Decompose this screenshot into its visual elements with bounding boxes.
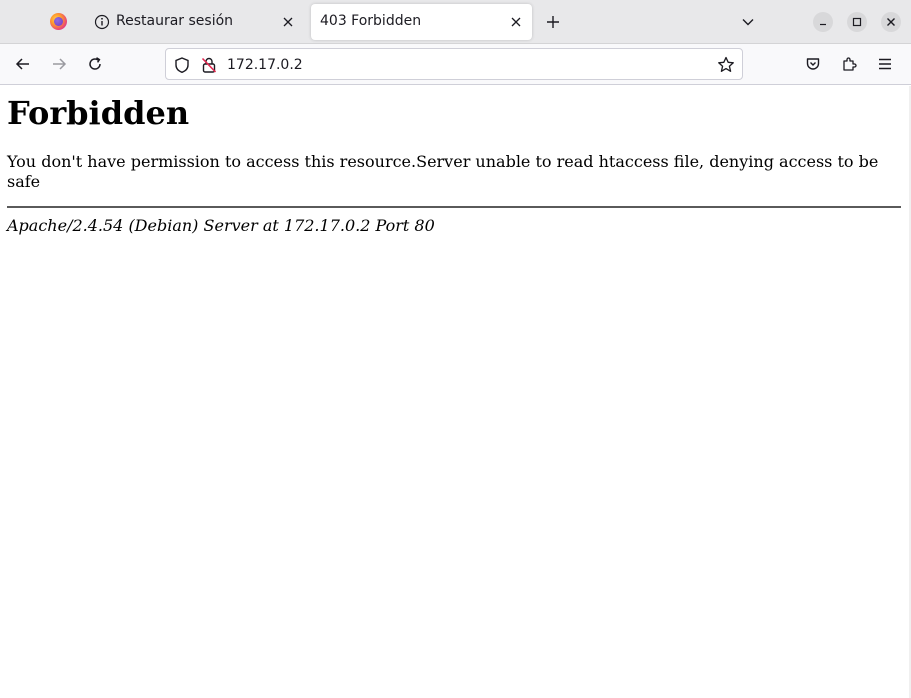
star-icon[interactable] [716, 55, 736, 75]
close-tab-icon[interactable] [507, 13, 525, 31]
hamburger-menu-icon[interactable] [875, 54, 895, 74]
page-heading: Forbidden [7, 94, 190, 132]
pocket-icon[interactable] [803, 54, 823, 74]
close-tab-icon[interactable] [279, 13, 297, 31]
new-tab-icon[interactable] [543, 12, 563, 32]
close-window-icon[interactable] [881, 12, 901, 32]
shield-icon[interactable] [173, 56, 191, 74]
error-message: You don't have permission to access this… [7, 152, 879, 191]
forward-arrow-icon[interactable] [49, 54, 69, 74]
tab-title: Restaurar sesión [116, 13, 234, 29]
firefox-logo-icon[interactable] [50, 13, 67, 30]
tab-title: 403 Forbidden [320, 13, 422, 29]
url-bar[interactable]: 172.17.0.2 [165, 48, 743, 80]
page-content: Forbidden You don't have permission to a… [0, 86, 911, 698]
chevron-down-icon[interactable] [739, 13, 757, 31]
extensions-puzzle-icon[interactable] [839, 54, 859, 74]
divider [7, 206, 901, 208]
back-arrow-icon[interactable] [13, 54, 33, 74]
insecure-lock-icon[interactable] [200, 56, 218, 74]
server-signature: Apache/2.4.54 (Debian) Server at 172.17.… [7, 216, 435, 235]
info-icon [94, 14, 110, 30]
tab-strip: Restaurar sesión 403 Forbidden [0, 0, 911, 44]
maximize-icon[interactable] [847, 12, 867, 32]
url-text[interactable]: 172.17.0.2 [227, 57, 303, 73]
tab-403-forbidden[interactable]: 403 Forbidden [311, 4, 532, 40]
reload-icon[interactable] [85, 54, 105, 74]
minimize-icon[interactable] [813, 12, 833, 32]
tab-restaurar-sesion[interactable]: Restaurar sesión [84, 4, 304, 40]
navigation-bar: 172.17.0.2 [0, 44, 911, 85]
